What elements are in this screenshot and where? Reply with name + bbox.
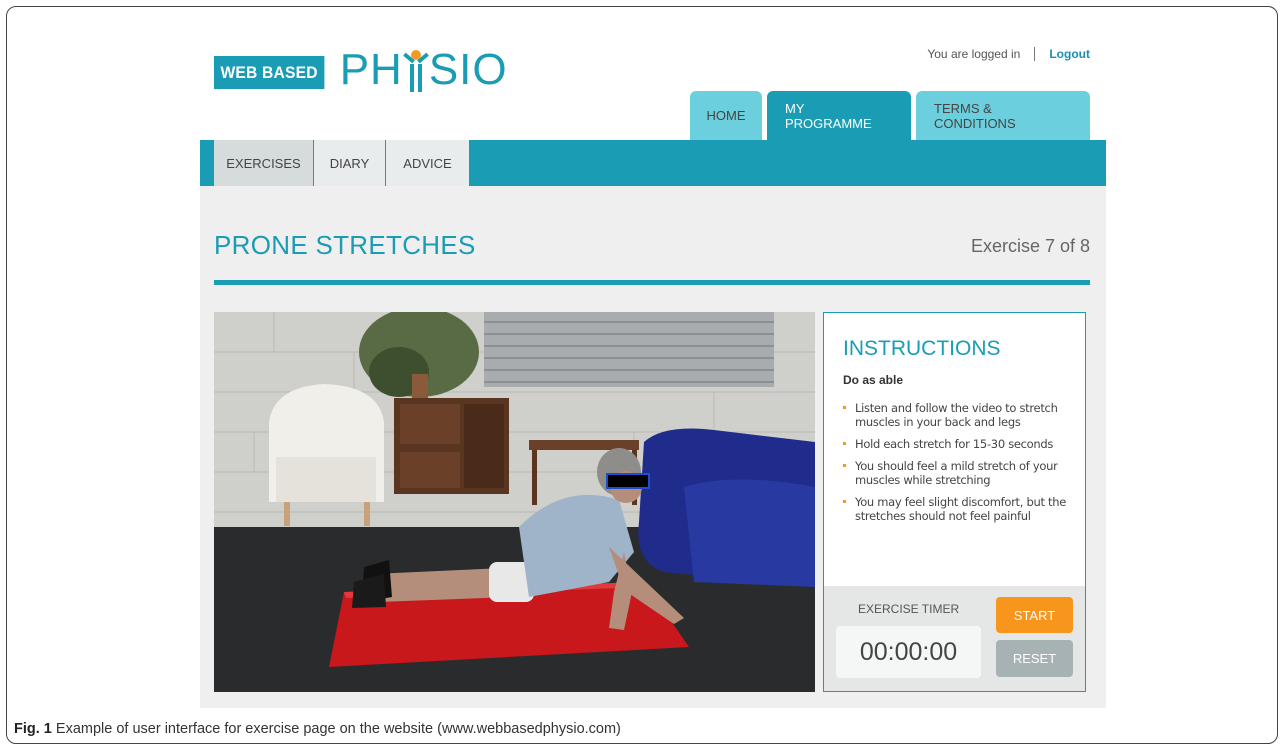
instructions-subtitle: Do as able	[843, 373, 904, 387]
timer-label: EXERCISE TIMER	[858, 602, 960, 616]
video-frame-image	[214, 312, 815, 692]
site-header: WEB BASED PH SIO You are logged in Logou…	[214, 40, 1090, 140]
timer-display: 00:00:00	[836, 626, 981, 678]
instruction-item: Hold each stretch for 15-30 seconds	[843, 437, 1075, 451]
logo-word-left: PH	[339, 45, 403, 94]
exercise-counter: Exercise 7 of 8	[970, 236, 1090, 256]
logo-box-text: WEB BASED	[214, 55, 325, 89]
logout-link[interactable]: Logout	[1049, 47, 1090, 61]
instruction-item: You should feel a mild stretch of your m…	[843, 459, 1075, 487]
figure-number: Fig. 1	[14, 721, 52, 737]
subnav-exercises[interactable]: EXERCISES	[214, 140, 314, 186]
tab-home[interactable]: HOME	[690, 91, 762, 140]
page-title: PRONE STRETCHES	[214, 230, 476, 260]
subnav-advice[interactable]: ADVICE	[386, 140, 470, 186]
login-status: You are logged in	[927, 47, 1021, 61]
tab-terms-conditions[interactable]: TERMS & CONDITIONS	[916, 91, 1090, 140]
instructions-title: INSTRUCTIONS	[843, 337, 1001, 360]
instruction-item: You may feel slight discomfort, but the …	[843, 495, 1075, 523]
instruction-item: Listen and follow the video to stretch m…	[843, 401, 1075, 429]
sub-navigation-bar: EXERCISES DIARY ADVICE	[200, 140, 1106, 186]
main-content: PRONE STRETCHES Exercise 7 of 8 INSTRUCT…	[200, 186, 1106, 708]
instructions-panel: INSTRUCTIONS Do as able Listen and follo…	[823, 312, 1086, 692]
login-area: You are logged in Logout	[927, 47, 1090, 61]
main-nav-tabs: HOME MY PROGRAMME TERMS & CONDITIONS	[690, 91, 1090, 140]
figure-caption: Fig. 1 Example of user interface for exe…	[14, 721, 621, 737]
reset-button[interactable]: RESET	[996, 640, 1073, 677]
title-divider	[214, 280, 1090, 285]
caption-text: Example of user interface for exercise p…	[51, 721, 621, 737]
logo-wordmark: PH SIO	[334, 48, 508, 92]
login-divider	[1034, 47, 1036, 61]
exercise-timer-area: EXERCISE TIMER 00:00:00 START RESET	[824, 586, 1085, 691]
tab-my-programme[interactable]: MY PROGRAMME	[767, 91, 911, 140]
start-button[interactable]: START	[996, 597, 1073, 633]
person-logo-icon	[402, 50, 429, 92]
subnav-diary[interactable]: DIARY	[314, 140, 386, 186]
instructions-list: Listen and follow the video to stretch m…	[843, 401, 1075, 531]
site-logo[interactable]: WEB BASED PH SIO	[214, 48, 508, 92]
logo-word-right: SIO	[428, 45, 508, 94]
exercise-video[interactable]	[214, 312, 815, 692]
